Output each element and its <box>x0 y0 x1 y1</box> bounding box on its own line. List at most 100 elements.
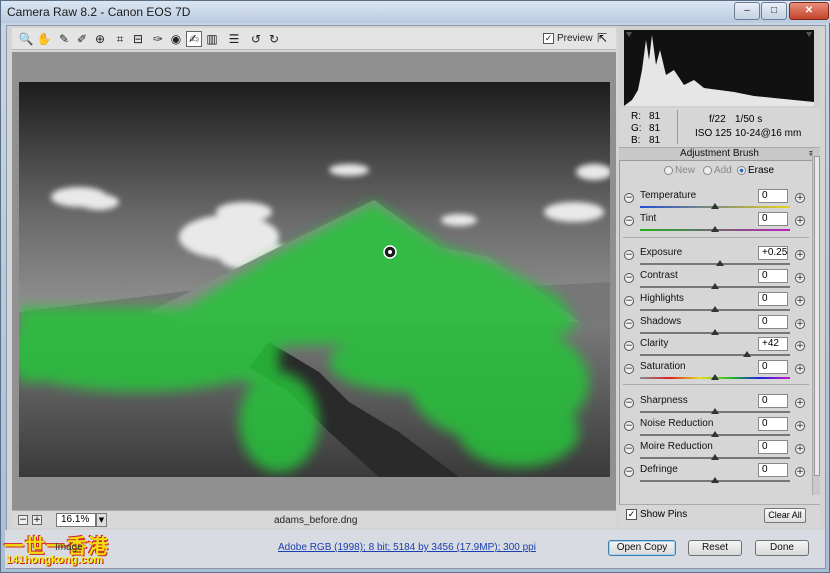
slider-thumb[interactable] <box>711 374 719 380</box>
red-eye-tool-icon[interactable]: ◉ <box>168 31 184 47</box>
decrease-icon[interactable]: − <box>624 193 634 203</box>
title-bar[interactable]: Camera Raw 8.2 - Canon EOS 7D – □ ✕ <box>1 1 830 23</box>
adjustment-brush-tool-icon[interactable]: ✍ <box>186 31 202 47</box>
panel-footer: ✓ Show Pins Clear All <box>619 504 820 527</box>
mode-label: Erase <box>748 165 775 176</box>
slider-value-field[interactable]: 0 <box>758 394 788 408</box>
g-value: 81 <box>649 123 661 134</box>
increase-icon[interactable]: + <box>795 421 805 431</box>
decrease-icon[interactable]: − <box>624 319 634 329</box>
zoom-out-button[interactable]: − <box>18 515 28 525</box>
decrease-icon[interactable]: − <box>624 250 634 260</box>
zoom-level-field[interactable]: 16.1% <box>56 513 96 527</box>
slider-value-field[interactable]: 0 <box>758 269 788 283</box>
slider-value-field[interactable]: 0 <box>758 189 788 203</box>
slider-thumb[interactable] <box>711 226 719 232</box>
image-preview[interactable] <box>19 82 610 477</box>
clear-all-button[interactable]: Clear All <box>764 508 806 523</box>
slider-value-field[interactable]: +0.25 <box>758 246 788 260</box>
color-sampler-tool-icon[interactable]: ✐ <box>74 31 90 47</box>
increase-icon[interactable]: + <box>795 216 805 226</box>
preview-label: Preview <box>557 33 593 45</box>
slider-row-temperature: − Temperature 0 + <box>619 186 812 209</box>
slider-row-tint: − Tint 0 + <box>619 209 812 232</box>
slider-value-field[interactable]: +42 <box>758 337 788 351</box>
increase-icon[interactable]: + <box>795 296 805 306</box>
close-button[interactable]: ✕ <box>789 2 829 20</box>
radial-filter-tool-icon[interactable]: ☰ <box>226 31 242 47</box>
filename: adams_before.dng <box>274 515 358 526</box>
slider-label: Shadows <box>640 316 682 327</box>
decrease-icon[interactable]: − <box>624 467 634 477</box>
brush-pin[interactable] <box>383 245 397 259</box>
radio-circle-icon <box>664 165 673 175</box>
slider-thumb[interactable] <box>711 477 719 483</box>
graduated-filter-tool-icon[interactable]: ▥ <box>204 31 220 47</box>
show-pins-checkbox[interactable]: ✓ <box>626 509 637 520</box>
radio-circle-icon <box>703 165 712 175</box>
done-button[interactable]: Done <box>755 540 809 556</box>
increase-icon[interactable]: + <box>795 250 805 260</box>
white-balance-tool-icon[interactable]: ✎ <box>56 31 72 47</box>
reset-button[interactable]: Reset <box>688 540 742 556</box>
zoom-dropdown-icon[interactable]: ▼ <box>96 513 107 527</box>
slider-value-field[interactable]: 0 <box>758 292 788 306</box>
spot-removal-tool-icon[interactable]: ✑ <box>150 31 166 47</box>
slider-label: Noise Reduction <box>640 418 714 429</box>
increase-icon[interactable]: + <box>795 319 805 329</box>
increase-icon[interactable]: + <box>795 341 805 351</box>
decrease-icon[interactable]: − <box>624 296 634 306</box>
slider-track[interactable] <box>640 354 790 356</box>
zoom-in-button[interactable]: + <box>32 515 42 525</box>
slider-value-field[interactable]: 0 <box>758 417 788 431</box>
rotate-left-tool-icon[interactable]: ↺ <box>248 31 264 47</box>
mode-new-radio[interactable]: New <box>664 165 695 176</box>
decrease-icon[interactable]: − <box>624 341 634 351</box>
slider-label: Clarity <box>640 338 669 349</box>
decrease-icon[interactable]: − <box>624 364 634 374</box>
increase-icon[interactable]: + <box>795 444 805 454</box>
slider-label: Temperature <box>640 190 697 201</box>
rotate-right-tool-icon[interactable]: ↻ <box>266 31 282 47</box>
targeted-adjustment-tool-icon[interactable]: ⊕ <box>92 31 108 47</box>
increase-icon[interactable]: + <box>795 364 805 374</box>
preview-toggle[interactable]: ✓ Preview <box>543 33 593 47</box>
decrease-icon[interactable]: − <box>624 398 634 408</box>
slider-separator <box>623 384 809 385</box>
show-pins-label: Show Pins <box>640 509 688 521</box>
show-pins-toggle[interactable]: ✓ Show Pins <box>626 509 687 520</box>
slider-value-field[interactable]: 0 <box>758 440 788 454</box>
crop-tool-icon[interactable]: ⌗ <box>112 31 128 47</box>
maximize-button[interactable]: □ <box>761 2 787 20</box>
slider-label: Saturation <box>640 361 686 372</box>
mode-erase-radio[interactable]: Erase <box>737 165 774 176</box>
slider-label: Highlights <box>640 293 684 304</box>
mode-add-radio[interactable]: Add <box>703 165 732 176</box>
slider-value-field[interactable]: 0 <box>758 212 788 226</box>
hand-tool-icon[interactable]: ✋ <box>36 31 52 47</box>
increase-icon[interactable]: + <box>795 273 805 283</box>
decrease-icon[interactable]: − <box>624 444 634 454</box>
fullscreen-icon[interactable]: ⇱ <box>597 31 611 45</box>
preview-checkbox[interactable]: ✓ <box>543 33 554 44</box>
minimize-button[interactable]: – <box>734 2 760 20</box>
zoom-tool-icon[interactable]: 🔍 <box>18 31 34 47</box>
workflow-options-link[interactable]: Adobe RGB (1998); 8 bit; 5184 by 3456 (1… <box>278 542 536 553</box>
slider-value-field[interactable]: 0 <box>758 315 788 329</box>
slider-value-field[interactable]: 0 <box>758 360 788 374</box>
decrease-icon[interactable]: − <box>624 273 634 283</box>
increase-icon[interactable]: + <box>795 467 805 477</box>
scrollbar-thumb[interactable] <box>814 156 820 476</box>
panel-scrollbar[interactable] <box>812 150 820 495</box>
decrease-icon[interactable]: − <box>624 421 634 431</box>
mode-label: Add <box>714 165 732 176</box>
rgb-readout: R: 81 G: 81 B: 81 f/22 1/50 s ISO 125 10… <box>619 108 820 148</box>
open-copy-button[interactable]: Open Copy <box>608 540 676 556</box>
increase-icon[interactable]: + <box>795 193 805 203</box>
increase-icon[interactable]: + <box>795 398 805 408</box>
straighten-tool-icon[interactable]: ⊟ <box>130 31 146 47</box>
slider-value-field[interactable]: 0 <box>758 463 788 477</box>
decrease-icon[interactable]: − <box>624 216 634 226</box>
photo-canvas <box>19 82 610 477</box>
radio-circle-icon <box>737 165 746 175</box>
